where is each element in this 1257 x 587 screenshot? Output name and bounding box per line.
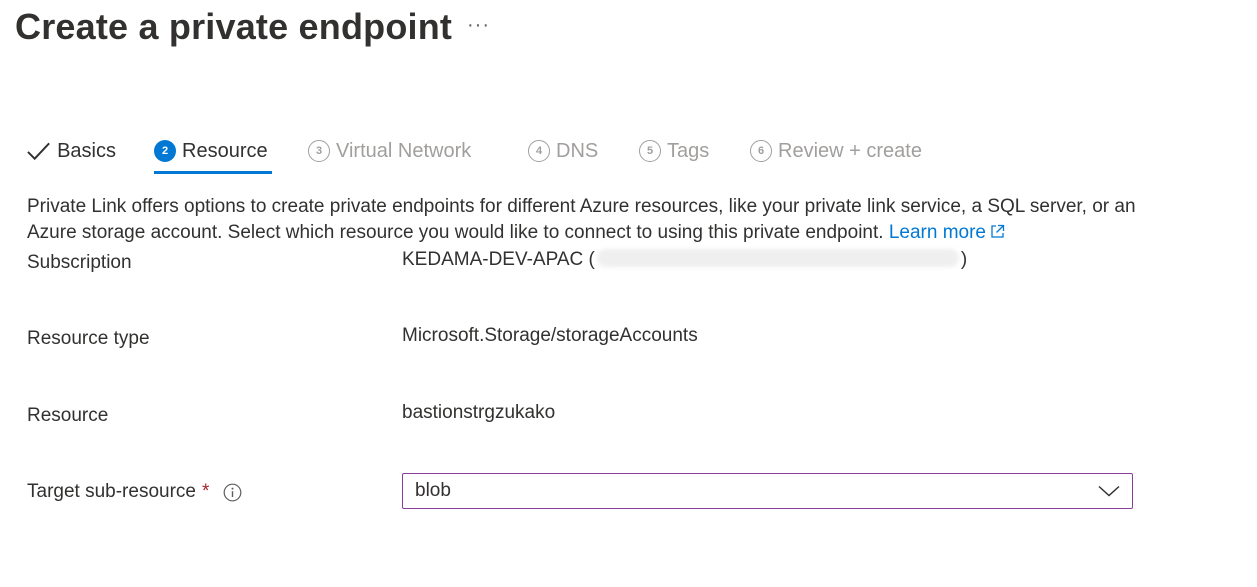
required-asterisk: * (201, 481, 210, 502)
resource-type-value: Microsoft.Storage/storageAccounts (402, 325, 698, 346)
tab-virtual-network[interactable]: 3 Virtual Network (308, 128, 471, 174)
learn-more-link[interactable]: Learn more (889, 222, 1005, 243)
tab-label: Virtual Network (336, 139, 472, 162)
step-number-icon: 6 (750, 140, 772, 162)
redacted-subscription-id (596, 249, 959, 267)
tab-basics[interactable]: Basics (26, 128, 116, 174)
tab-label: Basics (57, 139, 116, 162)
info-icon[interactable] (223, 483, 242, 502)
resource-value: bastionstrgzukako (402, 402, 556, 423)
subscription-close-paren: ) (960, 249, 968, 270)
target-sub-resource-label-text: Target sub-resource (27, 481, 196, 502)
resource-label: Resource (27, 405, 108, 427)
page-title: Create a private endpoint (15, 6, 453, 47)
subscription-label: Subscription (27, 252, 132, 274)
tab-resource[interactable]: 2 Resource (154, 128, 272, 174)
step-number-icon: 5 (639, 140, 661, 162)
step-number-icon: 4 (528, 140, 550, 162)
tab-label: Review + create (778, 139, 922, 162)
tab-label: DNS (556, 139, 599, 162)
resource-label-text: Resource (27, 405, 109, 426)
target-sub-resource-dropdown[interactable]: blob (402, 473, 1133, 509)
dropdown-selected-value: blob (415, 480, 451, 501)
tab-label: Resource (182, 139, 268, 162)
more-options-button[interactable]: ··· (467, 14, 490, 37)
tab-dns[interactable]: 4 DNS (528, 128, 598, 174)
tab-label: Tags (667, 139, 710, 162)
target-sub-resource-label: Target sub-resource * (27, 481, 242, 503)
checkmark-icon (27, 142, 50, 161)
description: Private Link offers options to create pr… (27, 194, 1147, 246)
subscription-name: KEDAMA-DEV-APAC ( (402, 249, 595, 270)
tab-review-create[interactable]: 6 Review + create (750, 128, 922, 174)
step-number-icon: 2 (154, 140, 176, 162)
step-number-icon: 3 (308, 140, 330, 162)
tab-tags[interactable]: 5 Tags (639, 128, 709, 174)
resource-type-label-text: Resource type (27, 328, 150, 349)
learn-more-label: Learn more (888, 222, 986, 243)
resource-type-label: Resource type (27, 328, 150, 350)
external-link-icon (991, 224, 1005, 238)
chevron-down-icon (1098, 485, 1120, 497)
subscription-value: KEDAMA-DEV-APAC () (402, 249, 967, 271)
subscription-label-text: Subscription (27, 252, 132, 273)
